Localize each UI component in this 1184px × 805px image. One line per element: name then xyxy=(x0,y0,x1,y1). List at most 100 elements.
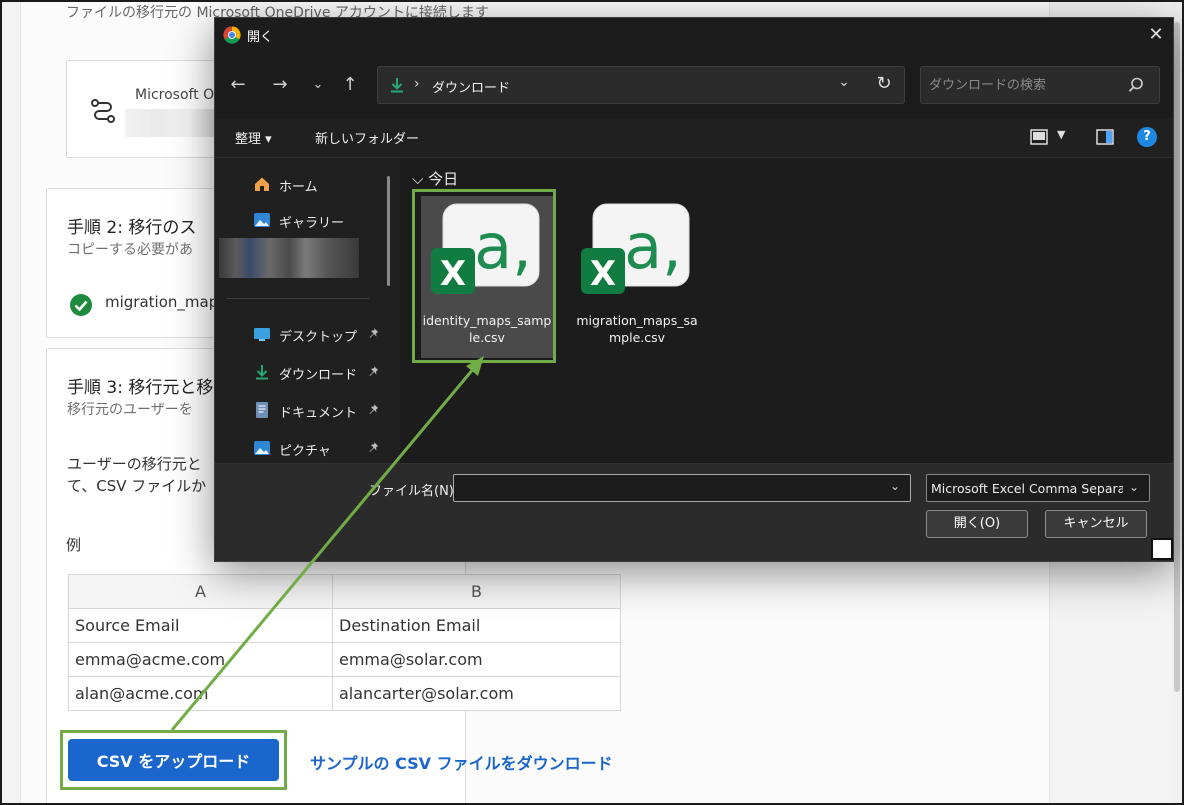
pin-icon[interactable] xyxy=(367,365,381,379)
step3-body-line2: て、CSV ファイルか xyxy=(67,477,207,495)
sidebar-item-label: ギャラリー xyxy=(279,216,345,231)
table-header-row: A B xyxy=(68,574,621,609)
file-type-value: Microsoft Excel Comma Separat xyxy=(931,481,1123,496)
new-folder-button[interactable]: 新しいフォルダー xyxy=(315,128,419,147)
search-input[interactable] xyxy=(929,75,1119,95)
group-header-today[interactable]: ⌵ 今日 xyxy=(412,168,458,189)
chrome-icon xyxy=(223,26,241,44)
step2-desc: コピーする必要があ xyxy=(67,242,193,258)
cancel-button[interactable]: キャンセル xyxy=(1045,510,1147,538)
check-circle-icon xyxy=(70,294,92,316)
upload-highlight-box: CSV をアップロード xyxy=(60,730,287,790)
example-table: A B Source Email Destination Email emma@… xyxy=(68,574,621,711)
search-box[interactable] xyxy=(920,66,1160,104)
resize-grip-icon[interactable] xyxy=(1151,538,1173,560)
document-icon xyxy=(256,402,268,418)
file-item-migration-maps[interactable]: a, X migration_maps_sample.csv xyxy=(571,196,703,358)
chevron-down-icon[interactable]: ⌄ xyxy=(1129,480,1139,494)
sidebar-item-label: デスクトップ xyxy=(279,330,358,345)
pin-icon[interactable] xyxy=(367,327,381,341)
file-open-dialog: 開く ✕ ← → ⌄ ↑ › ダウンロード ⌄ ↻ 整理 ▾ 新しいフォルダー xyxy=(214,17,1174,562)
sidebar-item-label: ピクチャ xyxy=(279,444,331,459)
step3-body-line1: ユーザーの移行元と xyxy=(67,455,202,473)
sidebar-divider xyxy=(227,298,369,299)
sidebar-item-label: ドキュメント xyxy=(279,406,358,421)
step3-title: 手順 3: 移行元と移 xyxy=(67,378,214,398)
download-sample-link[interactable]: サンプルの CSV ファイルをダウンロード xyxy=(310,750,613,774)
picture-icon xyxy=(254,441,270,455)
navigation-sidebar: ホーム ギャラリー デスクトップ ダウンロード ドキュメント ピクチャ xyxy=(215,158,400,463)
forward-arrow-icon[interactable]: → xyxy=(267,72,293,98)
address-bar[interactable]: › ダウンロード ⌄ ↻ xyxy=(377,66,905,104)
step3-desc: 移行元のユーザーを xyxy=(67,402,193,418)
file-name: migration_maps_sample.csv xyxy=(576,313,698,345)
recent-chevron-icon[interactable]: ⌄ xyxy=(305,72,331,98)
file-name-label: ファイル名(N): xyxy=(369,484,459,499)
sidebar-item-home[interactable]: ホーム xyxy=(253,172,393,198)
pin-icon[interactable] xyxy=(367,403,381,417)
route-icon xyxy=(91,99,115,123)
selected-file-highlight xyxy=(412,189,556,363)
up-arrow-icon[interactable]: ↑ xyxy=(337,72,363,98)
help-icon[interactable]: ? xyxy=(1137,127,1157,147)
sidebar-scrollbar[interactable] xyxy=(387,176,390,286)
sidebar-item-downloads[interactable]: ダウンロード xyxy=(253,360,393,386)
sidebar-item-label: ダウンロード xyxy=(279,368,358,383)
sidebar-item-desktop[interactable]: デスクトップ xyxy=(253,322,393,348)
scrollbar-thumb[interactable] xyxy=(1174,22,1180,692)
collapse-chevron-icon[interactable]: ⌵ xyxy=(412,170,428,188)
csv-excel-file-icon: a, X xyxy=(581,203,690,294)
table-cell: emma@solar.com xyxy=(332,642,621,677)
step2-file-name: migration_map xyxy=(105,293,219,311)
view-dropdown-caret[interactable]: ▼ xyxy=(1057,128,1065,141)
chevron-down-icon[interactable]: ⌄ xyxy=(890,479,900,493)
gallery-icon xyxy=(254,213,270,227)
svg-text:a,: a, xyxy=(624,210,682,283)
table-cell: alan@acme.com xyxy=(68,676,333,711)
table-cell: alancarter@solar.com xyxy=(332,676,621,711)
preview-pane-icon[interactable] xyxy=(1095,128,1115,146)
source-account-name: Microsoft O xyxy=(135,87,215,103)
refresh-icon[interactable]: ↻ xyxy=(872,73,896,94)
navigation-bar: ← → ⌄ ↑ › ダウンロード ⌄ ↻ xyxy=(215,52,1173,118)
table-row: alan@acme.com alancarter@solar.com xyxy=(68,676,621,711)
command-bar: 整理 ▾ 新しいフォルダー ▼ ? xyxy=(215,118,1173,158)
file-name-input[interactable] xyxy=(458,479,878,497)
organize-button[interactable]: 整理 ▾ xyxy=(235,128,272,147)
breadcrumb-separator: › xyxy=(414,76,420,92)
download-icon xyxy=(391,78,403,93)
download-icon xyxy=(256,365,268,380)
column-header-a: A xyxy=(68,574,333,609)
table-row: Source Email Destination Email xyxy=(68,608,621,643)
group-header-label: 今日 xyxy=(428,170,459,188)
home-icon xyxy=(255,177,269,191)
upload-csv-button[interactable]: CSV をアップロード xyxy=(68,739,279,781)
breadcrumb-location[interactable]: ダウンロード xyxy=(432,77,510,96)
open-button[interactable]: 開く(O) xyxy=(926,510,1028,538)
redacted-sidebar-items xyxy=(219,238,359,278)
table-cell: Source Email xyxy=(68,608,333,643)
example-label: 例 xyxy=(66,536,82,554)
table-row: emma@acme.com emma@solar.com xyxy=(68,642,621,677)
desktop-icon xyxy=(254,328,270,341)
dialog-footer: ファイル名(N): ⌄ Microsoft Excel Comma Separa… xyxy=(215,463,1173,561)
table-cell: Destination Email xyxy=(332,608,621,643)
sidebar-item-label: ホーム xyxy=(279,180,318,195)
view-mode-icon[interactable] xyxy=(1029,128,1049,146)
sidebar-item-documents[interactable]: ドキュメント xyxy=(253,398,393,424)
table-cell: emma@acme.com xyxy=(68,642,333,677)
svg-text:X: X xyxy=(590,254,616,294)
pin-icon[interactable] xyxy=(367,441,381,455)
column-header-b: B xyxy=(332,574,621,609)
sidebar-item-pictures[interactable]: ピクチャ xyxy=(253,436,393,462)
file-type-select[interactable]: Microsoft Excel Comma Separat ⌄ xyxy=(926,474,1150,502)
back-arrow-icon[interactable]: ← xyxy=(225,72,251,98)
file-name-field[interactable]: ⌄ xyxy=(453,474,911,502)
dialog-title: 開く xyxy=(247,30,274,45)
close-icon[interactable]: ✕ xyxy=(1143,22,1169,48)
step2-title: 手順 2: 移行のス xyxy=(67,218,197,238)
chevron-down-icon[interactable]: ⌄ xyxy=(834,74,854,90)
search-icon[interactable] xyxy=(1127,76,1145,94)
dialog-titlebar: 開く ✕ xyxy=(215,18,1173,52)
sidebar-item-gallery[interactable]: ギャラリー xyxy=(253,208,393,234)
